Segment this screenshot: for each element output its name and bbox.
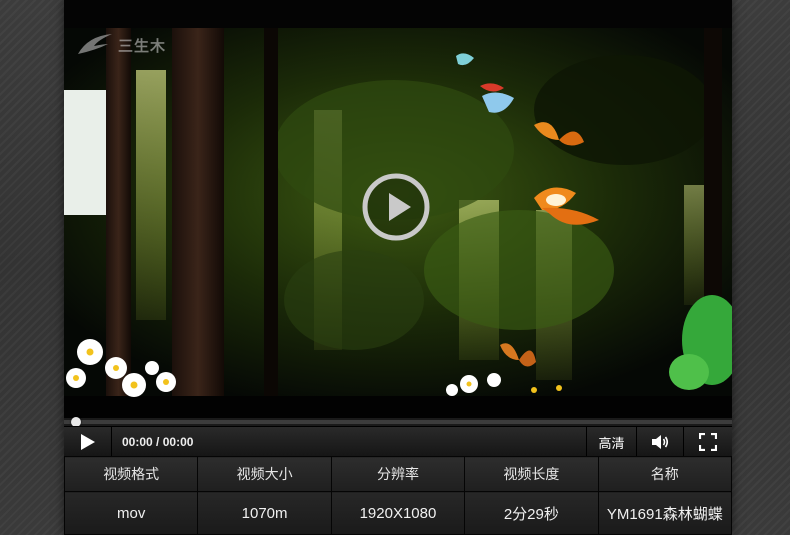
- value-length: 2分29秒: [464, 491, 599, 535]
- watermark-logo: 三生木: [76, 32, 166, 58]
- progress-track: [64, 420, 732, 424]
- value-format: mov: [63, 491, 199, 535]
- fullscreen-button[interactable]: [684, 427, 732, 457]
- header-name: 名称: [597, 456, 733, 492]
- value-name: YM1691森林蝴蝶: [597, 491, 733, 535]
- control-bar: 00:00 / 00:00 高清: [64, 426, 732, 457]
- header-resolution: 分辨率: [330, 456, 466, 492]
- time-separator: /: [152, 435, 163, 449]
- header-size: 视频大小: [197, 456, 332, 492]
- current-time: 00:00: [122, 435, 153, 449]
- value-size: 1070m: [197, 491, 332, 535]
- big-play-button[interactable]: [361, 172, 431, 242]
- logo-text: 三生木: [118, 36, 167, 55]
- time-display: 00:00 / 00:00: [112, 427, 587, 457]
- value-resolution: 1920X1080: [330, 491, 466, 535]
- info-header-row: 视频格式 视频大小 分辨率 视频长度 名称: [63, 456, 733, 492]
- header-format: 视频格式: [63, 456, 199, 492]
- video-player: 三生木 00:00 / 00:00 高清 视频格式 视频大小 分辨率 视频长度 …: [63, 0, 733, 535]
- progress-bar[interactable]: [64, 417, 732, 427]
- play-icon: [80, 434, 95, 450]
- video-info-table: 视频格式 视频大小 分辨率 视频长度 名称 mov 1070m 1920X108…: [63, 456, 733, 535]
- fullscreen-icon: [699, 433, 717, 451]
- hd-quality-button[interactable]: 高清: [587, 427, 637, 457]
- volume-button[interactable]: [637, 427, 684, 457]
- video-frame[interactable]: 三生木: [64, 0, 732, 418]
- play-circle-icon: [362, 173, 430, 241]
- volume-icon: [652, 435, 669, 449]
- info-value-row: mov 1070m 1920X1080 2分29秒 YM1691森林蝴蝶: [63, 491, 733, 535]
- header-length: 视频长度: [464, 456, 599, 492]
- duration: 00:00: [162, 435, 194, 449]
- page: 三生木 00:00 / 00:00 高清 视频格式 视频大小 分辨率 视频长度 …: [0, 0, 790, 535]
- wing-logo-icon: [78, 34, 112, 54]
- play-button[interactable]: [64, 427, 112, 457]
